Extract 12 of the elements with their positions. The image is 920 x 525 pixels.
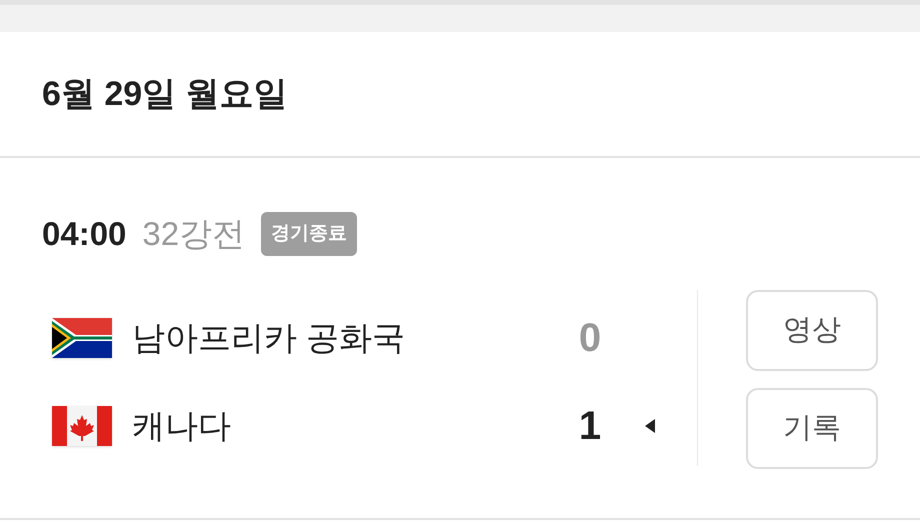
date-header: 6월 29일 월요일: [42, 74, 288, 114]
match-time: 04:00: [42, 214, 126, 254]
team-score: 1: [578, 403, 602, 450]
team-score: 0: [578, 315, 602, 362]
flag-icon: [52, 406, 112, 446]
flag-icon: [52, 318, 112, 358]
status-badge: 경기종료: [261, 212, 358, 256]
match-round: 32강전: [142, 214, 246, 254]
action-button[interactable]: 영상: [746, 290, 878, 371]
team-name: 캐나다: [132, 406, 232, 446]
action-button[interactable]: 기록: [746, 388, 878, 469]
team-name: 남아프리카 공화국: [132, 318, 406, 358]
